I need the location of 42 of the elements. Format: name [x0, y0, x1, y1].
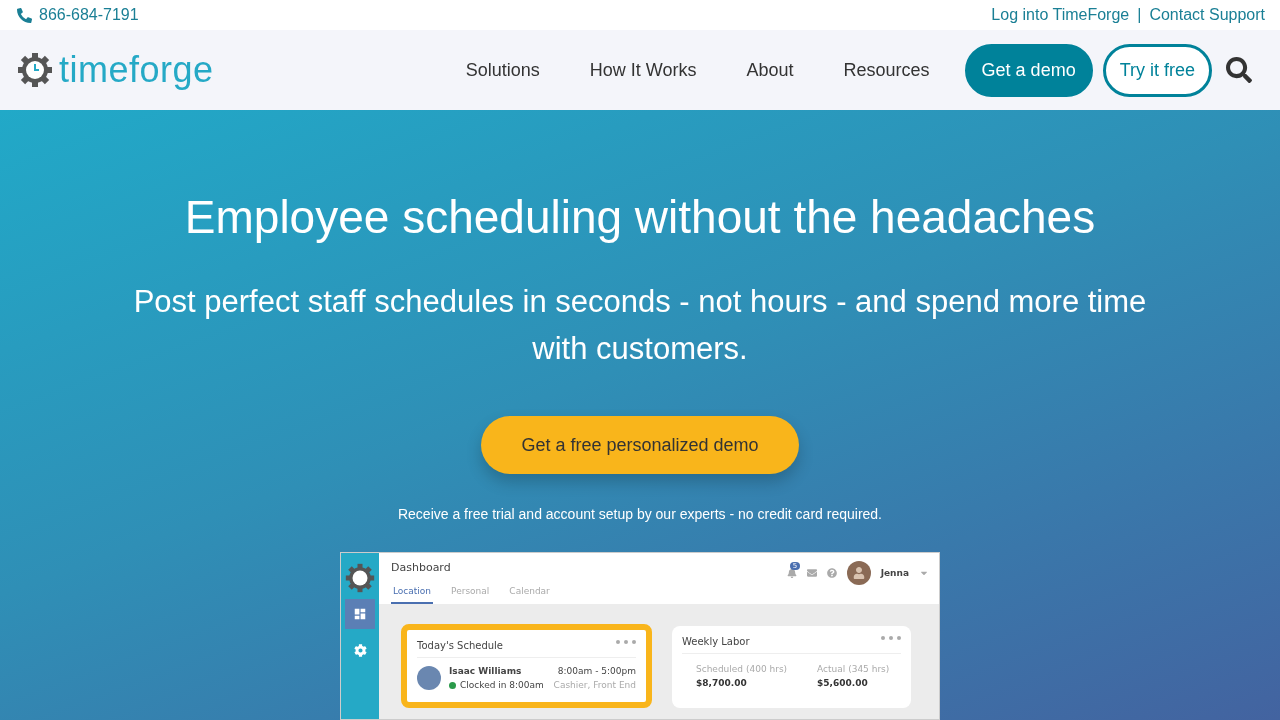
more-icon[interactable] — [881, 636, 901, 640]
more-icon[interactable] — [616, 640, 636, 644]
card-title: Today's Schedule — [417, 640, 503, 651]
settings-icon — [353, 643, 367, 657]
clock-status: Clocked in 8:00am — [460, 680, 544, 690]
card-title: Weekly Labor — [682, 636, 750, 647]
dashboard-title: Dashboard — [391, 561, 452, 574]
employee-role: Cashier, Front End — [553, 680, 636, 690]
nav-link[interactable]: Solutions — [440, 59, 565, 81]
search-icon[interactable] — [1226, 57, 1252, 83]
nav-link[interactable]: About — [721, 59, 819, 81]
avatar — [417, 666, 441, 690]
hero-note: Receive a free trial and account setup by our experts - no credit card required. — [397, 506, 882, 522]
dashboard-tab[interactable]: Location — [391, 582, 434, 604]
hero-subtitle: Post perfect staff schedules in seconds - not hours - and spend more time with customers. — [132, 283, 1148, 368]
demo-button[interactable]: Get a demo — [964, 43, 1093, 97]
stat-label: Actual (345 hrs) — [817, 664, 890, 674]
user-name[interactable]: Jenna — [880, 568, 909, 578]
logo-wordmark[interactable]: timeforge — [59, 49, 214, 91]
nav-link[interactable]: How It Works — [564, 59, 722, 81]
grid-icon — [353, 607, 367, 621]
demo-cta-button[interactable]: Get a free personalized demo — [481, 416, 799, 474]
stat-label: Scheduled (400 hrs) — [696, 664, 788, 674]
mail-icon[interactable] — [806, 568, 817, 578]
help-icon[interactable] — [826, 568, 837, 578]
stat-value: $5,600.00 — [817, 678, 869, 688]
employee-name: Isaac Williams — [449, 666, 522, 676]
hero-title: Employee scheduling without the headaches — [184, 190, 1096, 244]
avatar[interactable] — [846, 561, 871, 585]
dashboard-tab[interactable]: Personal — [449, 582, 492, 604]
stat-value: $8,700.00 — [696, 678, 748, 688]
status-dot — [449, 681, 456, 689]
top-link[interactable]: Log into TimeForge — [991, 6, 1130, 24]
phone-icon — [17, 7, 32, 23]
separator: | — [1137, 6, 1142, 24]
shift-time: 8:00am - 5:00pm — [557, 666, 636, 676]
phone-link[interactable]: 866-684-7191 — [39, 6, 139, 24]
top-link[interactable]: Contact Support — [1149, 6, 1265, 24]
sidebar-button[interactable] — [345, 599, 375, 629]
trial-button[interactable]: Try it free — [1102, 43, 1212, 97]
dashboard-tab[interactable]: Calendar — [507, 582, 552, 604]
nav-link[interactable]: Resources — [818, 59, 955, 81]
